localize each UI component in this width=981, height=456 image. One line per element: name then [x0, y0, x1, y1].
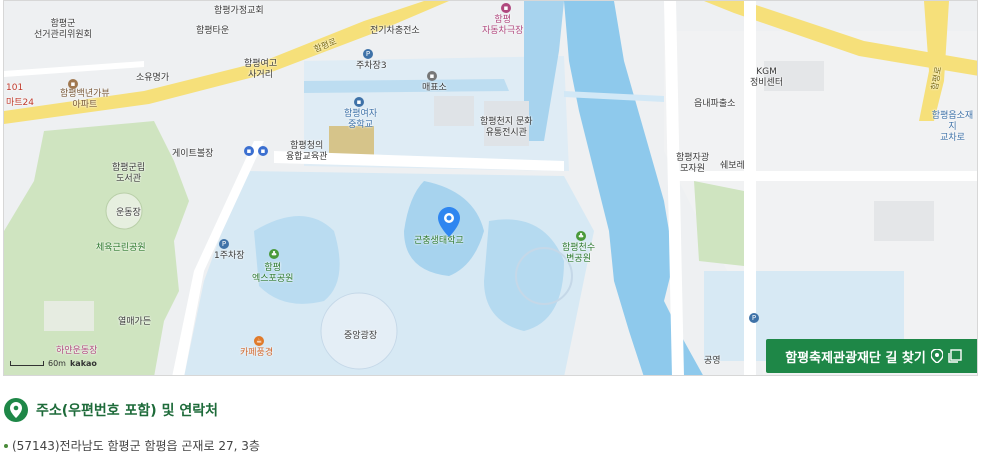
label-parking1[interactable]: 1주차장: [214, 251, 245, 262]
theater-icon[interactable]: ▪: [501, 3, 511, 13]
label-girls-high-intersection[interactable]: 함평여고 사거리: [244, 59, 277, 81]
address-line: (57143)전라남도 함평군 함평읍 곤재로 27, 3층: [4, 437, 260, 454]
label-hampyeong-town[interactable]: 함평타운: [196, 26, 229, 37]
external-window-icon: [948, 349, 962, 363]
kakao-logo: kakao: [69, 359, 97, 368]
label-undongjang[interactable]: 운동장: [116, 208, 141, 219]
label-chevrolet[interactable]: 쉐보레: [720, 161, 745, 172]
directions-button[interactable]: 함평축제관광재단 길 찾기: [766, 339, 977, 373]
address-text: (57143)전라남도 함평군 함평읍 곤재로 27, 3층: [12, 439, 260, 453]
label-yeolmae-garden[interactable]: 열매가든: [118, 317, 151, 328]
label-gateball[interactable]: 게이트볼장: [172, 149, 213, 160]
label-soyu-myeongga[interactable]: 소유명가: [136, 73, 169, 84]
label-ticket-office[interactable]: 매표소: [422, 83, 447, 94]
scale-label: 60m: [48, 359, 66, 368]
label-mart24[interactable]: 마트24: [6, 98, 34, 109]
label-cafe[interactable]: 카페풍경: [240, 348, 273, 359]
label-sports-park[interactable]: 체육근린공원: [96, 243, 146, 254]
label-public-parking[interactable]: 공영: [704, 356, 721, 367]
label-expo-park[interactable]: 함평 엑스포공원: [252, 263, 293, 285]
label-election-commission[interactable]: 함평군 선거관리위원회: [34, 19, 92, 41]
label-library[interactable]: 함평군립 도서관: [112, 163, 145, 185]
label-mart24-number: 101: [6, 83, 24, 93]
address-section-header: 주소(우편번호 포함) 및 연락처: [4, 398, 218, 422]
map-scale: 60m kakao: [10, 359, 97, 368]
label-culture-hall[interactable]: 함평천지 문화 유통전시관: [480, 117, 533, 139]
location-marker-icon[interactable]: [438, 207, 460, 237]
cafe-icon[interactable]: ☕: [254, 336, 264, 346]
label-town-intersection[interactable]: 함평읍소재지 교차로: [928, 111, 977, 144]
label-education-center[interactable]: 함평청의 융합교육관: [286, 141, 327, 163]
label-stadium[interactable]: 하얀운동장: [56, 346, 97, 357]
scale-bar: [10, 361, 44, 366]
label-kgm-service[interactable]: KGM 정비센터: [750, 67, 783, 89]
label-police-box[interactable]: 읍내파출소: [694, 99, 735, 110]
section-title: 주소(우편번호 포함) 및 연락처: [36, 403, 218, 419]
label-parking3[interactable]: 주차장3: [356, 61, 387, 72]
label-baekyeon-apt[interactable]: 함평백년가뷰 아파트: [60, 89, 110, 111]
bullet: [4, 443, 8, 448]
school-icon[interactable]: ▪: [354, 97, 364, 107]
label-ecology-school[interactable]: 곤충생태학교: [414, 236, 464, 247]
parking-icon[interactable]: P: [749, 313, 759, 323]
park-icon[interactable]: ♣: [576, 231, 586, 241]
map-view[interactable]: 함평군 선거관리위원회 함평가정교회 함평타운 전기차충전소 함평 자동차극장 …: [3, 0, 978, 376]
parking-icon[interactable]: P: [219, 239, 229, 249]
label-church[interactable]: 함평가정교회: [214, 6, 264, 17]
parking-icon[interactable]: P: [363, 49, 373, 59]
label-girls-middle-school[interactable]: 함평여자 중학교: [344, 109, 377, 131]
label-electric-charging[interactable]: 전기차충전소: [370, 26, 420, 37]
park-icon[interactable]: ♣: [269, 249, 279, 259]
apartment-icon[interactable]: ▪: [68, 79, 78, 89]
label-auto-theater[interactable]: 함평 자동차극장: [482, 15, 523, 37]
label-riverside-park[interactable]: 함평천수 변공원: [562, 243, 595, 265]
label-jagwang-center[interactable]: 함평자광 모자원: [676, 153, 709, 175]
bus-stop-icon[interactable]: ▪: [258, 146, 268, 156]
ticket-icon[interactable]: ▪: [427, 71, 437, 81]
label-main-plaza[interactable]: 중앙광장: [344, 331, 377, 342]
location-pin-icon: [4, 398, 28, 422]
location-pin-icon: [930, 349, 943, 363]
directions-button-label: 함평축제관광재단 길 찾기: [785, 350, 926, 366]
bus-stop-icon[interactable]: ▪: [244, 146, 254, 156]
